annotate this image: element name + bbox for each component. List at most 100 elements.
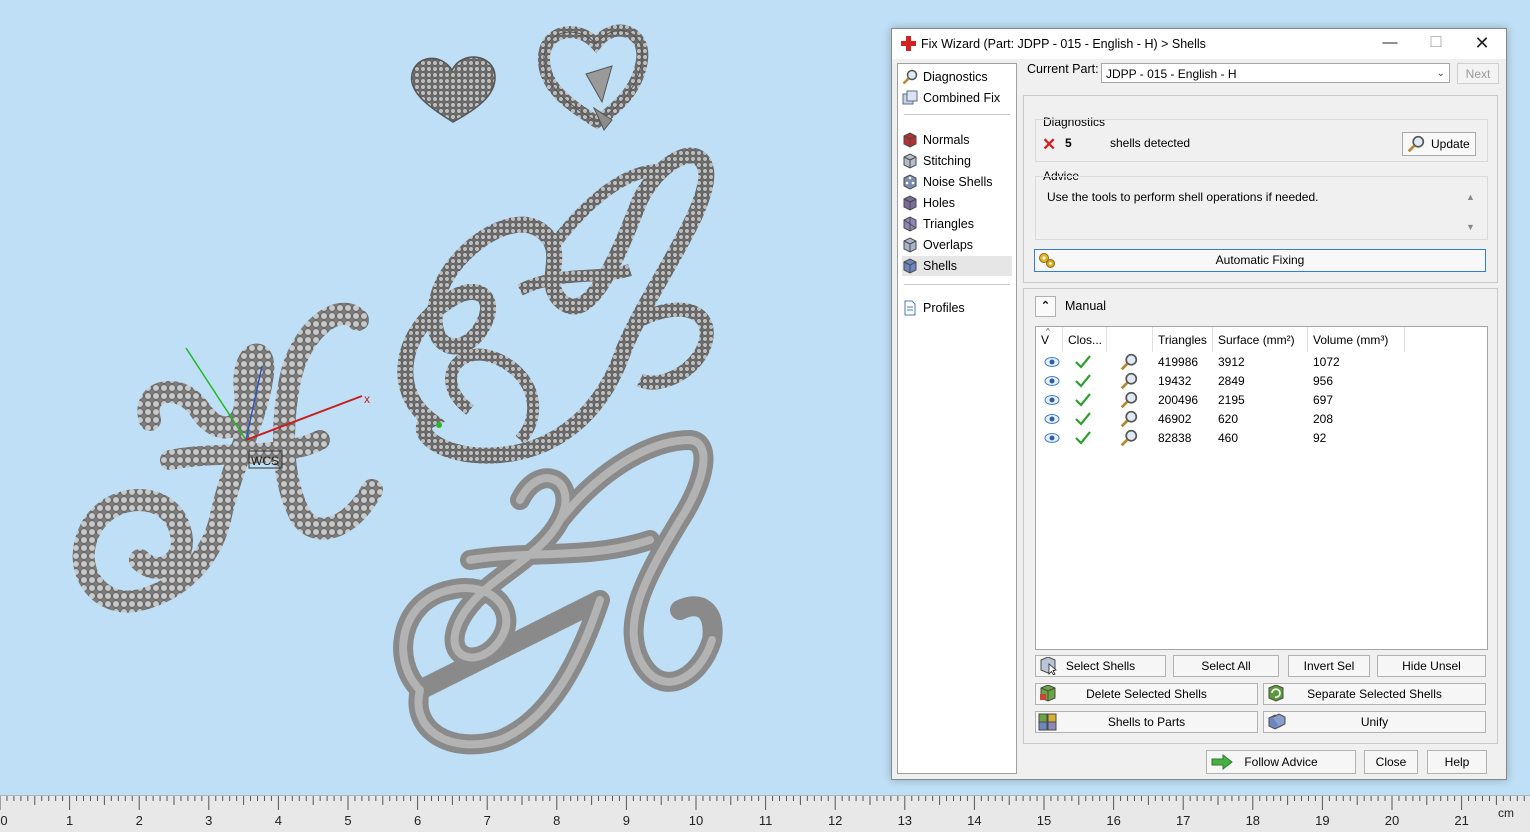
column-header-closed[interactable]: Clos... — [1063, 327, 1107, 352]
ruler-label: 7 — [483, 813, 491, 828]
ruler-label: 1 — [65, 813, 74, 828]
table-row[interactable]: 419986 3912 1072 — [1036, 353, 1485, 372]
stitching-cube-icon — [903, 153, 917, 169]
column-header-volume[interactable]: Volume (mm³) — [1308, 327, 1405, 352]
gears-icon — [1039, 253, 1055, 268]
nav-item-profiles[interactable]: Profiles — [902, 298, 1012, 318]
current-part-dropdown[interactable]: JDPP - 015 - English - H ⌄ — [1101, 63, 1450, 83]
ruler-label: 14 — [967, 813, 982, 828]
cell-volume: 208 — [1313, 412, 1334, 426]
heart-pave-model — [410, 56, 496, 123]
triangles-cube-icon — [903, 216, 917, 232]
advice-text: Use the tools to perform shell operation… — [1047, 190, 1319, 204]
shells-cube-icon — [903, 258, 917, 274]
hide-unselected-button[interactable]: Hide Unsel — [1377, 655, 1486, 677]
delete-selected-shells-button[interactable]: Delete Selected Shells — [1035, 683, 1258, 705]
dialog-title: Fix Wizard (Part: JDPP - 015 - English -… — [921, 37, 1206, 51]
zoom-to-shell-icon[interactable] — [1120, 353, 1138, 371]
nav-item-overlaps[interactable]: Overlaps — [902, 235, 1012, 255]
close-button[interactable]: Close — [1364, 750, 1418, 774]
table-row[interactable]: 19432 2849 956 — [1036, 372, 1485, 391]
follow-advice-button[interactable]: Follow Advice — [1206, 750, 1356, 774]
nav-item-diagnostics[interactable]: Diagnostics — [902, 67, 1012, 87]
select-all-button[interactable]: Select All — [1173, 655, 1279, 677]
ruler-label: 19 — [1315, 813, 1330, 828]
help-button[interactable]: Help — [1427, 750, 1487, 774]
zoom-to-shell-icon[interactable] — [1120, 410, 1138, 428]
update-button[interactable]: Update — [1402, 132, 1476, 156]
overlaps-cube-icon — [903, 237, 917, 253]
eye-icon[interactable] — [1044, 355, 1060, 369]
cell-triangles: 82838 — [1158, 431, 1192, 445]
diagnostics-panel: Diagnostics ✕ 5 shells detected Update A… — [1023, 95, 1498, 283]
maximize-button[interactable]: ☐ — [1413, 29, 1459, 59]
wcs-label: WCS — [251, 454, 279, 468]
select-shells-button[interactable]: Select Shells — [1035, 655, 1166, 677]
automatic-fixing-label: Automatic Fixing — [1215, 253, 1305, 267]
table-row[interactable]: 46902 620 208 — [1036, 410, 1485, 429]
eye-icon[interactable] — [1044, 412, 1060, 426]
scroll-down-icon[interactable]: ▼ — [1466, 222, 1475, 232]
zoom-to-shell-icon[interactable] — [1120, 429, 1138, 447]
diagnostics-magnifier-icon — [902, 69, 918, 85]
ruler-label: 20 — [1384, 813, 1400, 828]
collapse-manual-button[interactable]: ⌃ — [1035, 296, 1056, 317]
nav-item-normals[interactable]: Normals — [902, 130, 1012, 150]
cell-surface: 2195 — [1218, 393, 1245, 407]
shells-table[interactable]: ^ V Clos... Triangles Surface (mm²) Volu… — [1035, 326, 1488, 650]
ruler-label: 3 — [205, 813, 213, 828]
eye-icon[interactable] — [1044, 393, 1060, 407]
bottom-ruler: 0 1 2 3 4 5 6 7 8 9 10 11 12 13 14 15 16 17 18 19 20 21 cm — [0, 795, 1530, 832]
axis-x-label: x — [364, 392, 370, 406]
chevron-down-icon: ⌄ — [1436, 68, 1445, 79]
table-row[interactable]: 200496 2195 697 — [1036, 391, 1485, 410]
ruler-label: 9 — [622, 813, 631, 828]
nav-item-triangles[interactable]: Triangles — [902, 214, 1012, 234]
cell-triangles: 19432 — [1158, 374, 1192, 388]
shells-to-parts-icon — [1038, 713, 1057, 731]
zoom-to-shell-icon[interactable] — [1120, 372, 1138, 390]
fix-wizard-cross-icon — [901, 36, 916, 51]
minimize-button[interactable]: — — [1367, 29, 1413, 59]
heart-outline-model — [537, 24, 649, 131]
nav-item-shells[interactable]: Shells — [902, 256, 1012, 276]
nav-item-noise-shells[interactable]: Noise Shells — [902, 172, 1012, 192]
dialog-titlebar[interactable]: Fix Wizard (Part: JDPP - 015 - English -… — [892, 29, 1506, 59]
automatic-fixing-button[interactable]: Automatic Fixing — [1034, 249, 1486, 272]
nav-label: Profiles — [923, 301, 965, 315]
checkmark-icon — [1075, 412, 1091, 426]
nav-label: Noise Shells — [923, 175, 993, 189]
table-row[interactable]: 82838 460 92 — [1036, 429, 1485, 448]
eye-icon[interactable] — [1044, 431, 1060, 445]
column-header-visible[interactable]: V — [1036, 327, 1063, 352]
cell-triangles: 200496 — [1158, 393, 1199, 407]
column-header-surface[interactable]: Surface (mm²) — [1213, 327, 1308, 352]
current-part-value: JDPP - 015 - English - H — [1106, 67, 1237, 81]
separate-selected-shells-button[interactable]: Separate Selected Shells — [1263, 683, 1486, 705]
column-header-triangles[interactable]: Triangles — [1153, 327, 1213, 352]
manual-panel: ⌃ Manual ^ V Clos... Triangles Surface (… — [1023, 288, 1498, 744]
fix-wizard-nav: Diagnostics Combined Fix Normals Stitchi… — [897, 63, 1017, 774]
zoom-to-shell-icon[interactable] — [1120, 391, 1138, 409]
next-button[interactable]: Next — [1457, 63, 1499, 84]
eye-icon[interactable] — [1044, 374, 1060, 388]
delete-shells-icon — [1040, 685, 1056, 702]
letter-h-pave-model — [72, 302, 383, 613]
invert-selection-button[interactable]: Invert Sel — [1288, 655, 1370, 677]
nav-label: Triangles — [923, 217, 974, 231]
shells-to-parts-button[interactable]: Shells to Parts — [1035, 711, 1258, 733]
nav-item-combined-fix[interactable]: Combined Fix — [902, 88, 1012, 108]
window-close-button[interactable]: ✕ — [1459, 29, 1505, 59]
scroll-up-icon[interactable]: ▲ — [1466, 192, 1475, 202]
column-header-inspect[interactable] — [1107, 327, 1153, 352]
nav-label: Holes — [923, 196, 955, 210]
unify-button[interactable]: Unify — [1263, 711, 1486, 733]
nav-item-stitching[interactable]: Stitching — [902, 151, 1012, 171]
nav-label: Diagnostics — [923, 70, 988, 84]
update-magnifier-icon — [1407, 135, 1425, 153]
nav-item-holes[interactable]: Holes — [902, 193, 1012, 213]
ruler-label: 15 — [1036, 813, 1052, 828]
ruler-label: 5 — [344, 813, 352, 828]
nav-label: Shells — [923, 259, 958, 273]
separate-selected-label: Separate Selected Shells — [1307, 687, 1442, 701]
